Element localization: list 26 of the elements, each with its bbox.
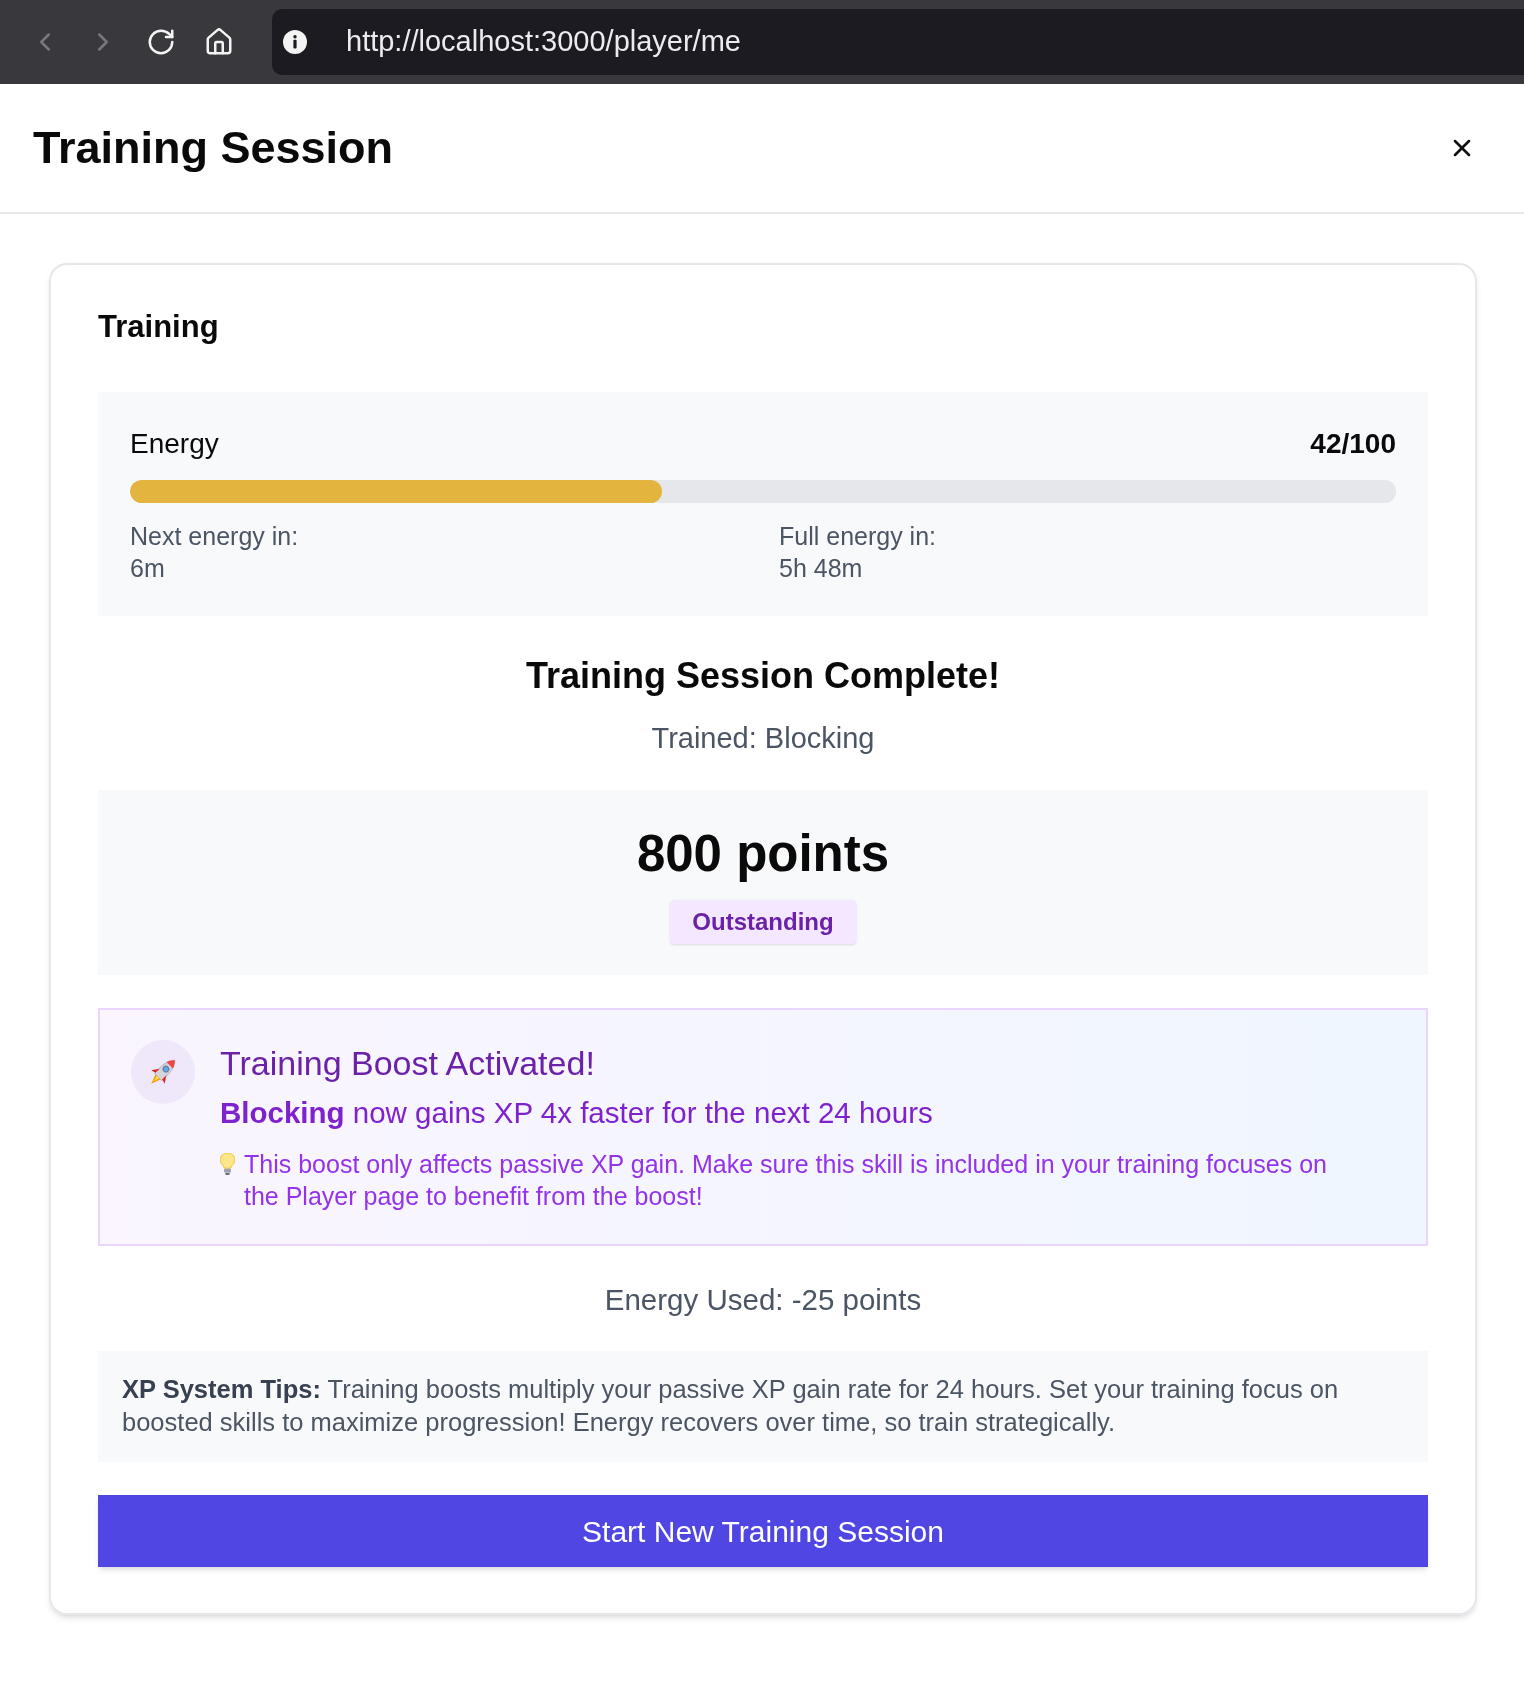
result-title: Training Session Complete!: [525, 654, 1001, 698]
energy-label: Energy: [130, 428, 219, 460]
boost-title: Training Boost Activated!: [220, 1043, 596, 1083]
timer-label: Full energy in:: [779, 521, 937, 552]
reload-icon: [146, 27, 176, 57]
points-value: 800 points: [636, 826, 890, 882]
boost-note: This boost only affects passive XP gain. Make sure this skill is included in your training focuses on the Player page to benefit from the boost!: [244, 1149, 1328, 1212]
start-training-button[interactable]: Start New Training Session: [98, 1495, 1428, 1567]
energy-reading: 42/100: [1310, 428, 1396, 460]
page-title: Training Session: [33, 121, 394, 176]
timer-label: Next energy in:: [130, 521, 299, 552]
tips-text: XP System Tips: Training boosts multiply your passive XP gain rate for 24 hours. Set your training focus on boosted skills to maximize progression! Energy recovers over time, so train strategically.: [122, 1374, 1340, 1438]
trained-skill: Trained: Blocking: [651, 721, 875, 756]
home-icon: [204, 27, 234, 57]
address-bar[interactable]: http://localhost:3000/player/me: [272, 9, 1524, 75]
url-text: http://localhost:3000/player/me: [346, 24, 741, 60]
boost-message: Blocking now gains XP 4x faster for the next 24 hours: [220, 1095, 934, 1131]
reload-button[interactable]: [146, 27, 176, 57]
card-title: Training: [98, 309, 220, 345]
info-icon: [283, 30, 307, 54]
rating-badge: Outstanding: [670, 900, 856, 944]
energy-used: Energy Used: -25 points: [604, 1282, 922, 1318]
timer-value: 5h 48m: [779, 553, 863, 584]
home-button[interactable]: [204, 27, 234, 57]
lightbulb-icon: [220, 1153, 235, 1175]
timer-value: 6m: [130, 553, 165, 584]
